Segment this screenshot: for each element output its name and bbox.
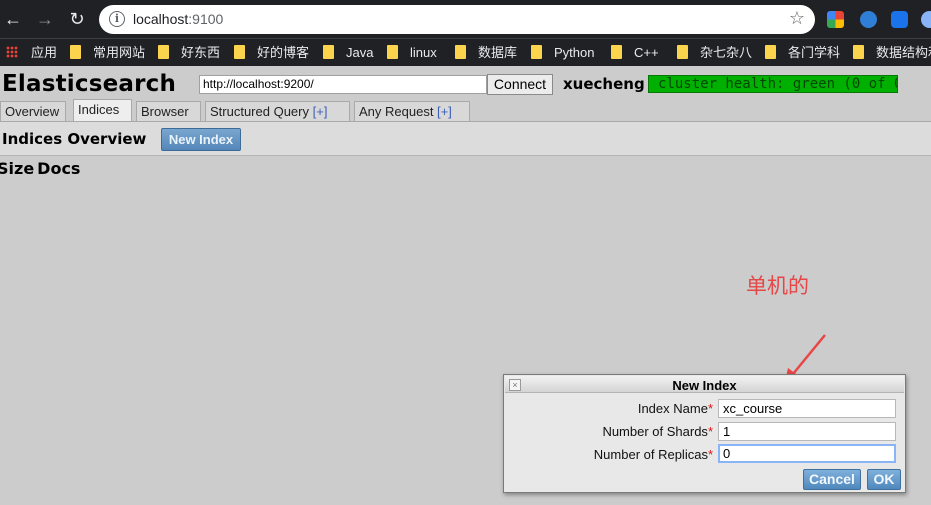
- bookmark-folder[interactable]: 杂七杂八: [677, 45, 752, 61]
- extension-colorful-icon[interactable]: [827, 11, 844, 28]
- bookmark-label: 常用网站: [93, 45, 146, 60]
- extension-puzzle-icon[interactable]: [891, 11, 908, 28]
- url-text: localhost:9100: [133, 11, 223, 27]
- ok-button[interactable]: OK: [867, 469, 901, 490]
- browser-toolbar: ← → ↻ i localhost:9100 ☆: [0, 0, 931, 38]
- field-label-text: Index Name: [637, 401, 708, 416]
- tab-plus[interactable]: [+]: [313, 104, 328, 119]
- column-docs[interactable]: Docs: [37, 159, 80, 178]
- app-title: Elasticsearch: [2, 71, 177, 97]
- folder-icon: [677, 45, 688, 59]
- indices-overview-title: Indices Overview: [2, 130, 147, 148]
- dialog-header[interactable]: New Index ×: [505, 376, 904, 393]
- replicas-label: Number of Replicas*: [594, 447, 713, 462]
- tab-label: Browser: [141, 104, 189, 119]
- index-name-label: Index Name*: [638, 401, 713, 416]
- address-bar[interactable]: i localhost:9100 ☆: [99, 5, 815, 34]
- connect-button[interactable]: Connect: [487, 74, 553, 95]
- bookmark-folder[interactable]: 好的博客: [234, 45, 309, 61]
- cluster-name: xuecheng: [563, 75, 645, 93]
- annotation-text: 单机的: [746, 274, 809, 298]
- tab-browser[interactable]: Browser: [136, 101, 201, 122]
- url-port: :9100: [188, 11, 224, 27]
- cluster-url-input[interactable]: http://localhost:9200/: [199, 75, 487, 94]
- column-size[interactable]: Size: [0, 159, 34, 178]
- bookmark-label: 各门学科: [788, 45, 841, 60]
- bookmark-label: Python: [554, 45, 595, 60]
- extension-blue-icon[interactable]: [860, 11, 877, 28]
- field-label-text: Number of Replicas: [593, 447, 708, 462]
- folder-icon: [234, 45, 245, 59]
- bookmark-folder[interactable]: 好东西: [158, 45, 220, 61]
- bookmark-folder[interactable]: 数据库: [455, 45, 517, 61]
- tab-bar: Overview Indices Browser Structured Quer…: [0, 99, 931, 122]
- bookmark-folder[interactable]: Java: [323, 45, 373, 61]
- shards-input[interactable]: 1: [718, 422, 896, 441]
- forward-arrow-icon[interactable]: →: [34, 8, 56, 30]
- bookmark-star-icon[interactable]: ☆: [789, 8, 805, 29]
- folder-icon: [765, 45, 776, 59]
- reload-icon[interactable]: ↻: [66, 8, 88, 30]
- bookmark-folder[interactable]: Python: [531, 45, 594, 61]
- bookmark-folder[interactable]: C++: [611, 45, 659, 61]
- folder-icon: [70, 45, 81, 59]
- cancel-button[interactable]: Cancel: [803, 469, 861, 490]
- folder-icon: [531, 45, 542, 59]
- required-mark: *: [707, 424, 713, 439]
- url-host: localhost: [133, 11, 189, 27]
- tab-any-request[interactable]: Any Request [+]: [354, 101, 470, 122]
- field-label-text: Number of Shards: [602, 424, 708, 439]
- tab-overview[interactable]: Overview: [0, 101, 66, 122]
- bookmark-folder[interactable]: 常用网站: [70, 45, 145, 61]
- index-name-input[interactable]: xc_course: [718, 399, 896, 418]
- indices-toolbar: Indices Overview New Index: [0, 122, 931, 156]
- bookmark-label: Java: [346, 45, 374, 60]
- bookmarks-bar: 应用 常用网站 好东西 好的博客 Java linux 数据库 Python C…: [0, 38, 931, 66]
- dialog-title: New Index: [672, 378, 737, 393]
- tab-indices[interactable]: Indices: [73, 99, 132, 122]
- tab-plus[interactable]: [+]: [437, 104, 452, 119]
- required-mark: *: [707, 447, 713, 462]
- bookmark-apps[interactable]: 应用: [6, 45, 57, 61]
- info-icon[interactable]: i: [109, 11, 125, 27]
- tab-label: Overview: [5, 104, 60, 119]
- folder-icon: [323, 45, 334, 59]
- folder-icon: [611, 45, 622, 59]
- close-icon[interactable]: ×: [509, 379, 521, 391]
- bookmark-label: C++: [634, 45, 659, 60]
- replicas-input[interactable]: 0: [718, 444, 896, 463]
- required-mark: *: [707, 401, 713, 416]
- cluster-health-badge: cluster health: green (0 of 0): [648, 75, 898, 93]
- bookmark-label: 数据库: [478, 45, 518, 60]
- bookmark-label: 杂七杂八: [700, 45, 753, 60]
- bookmark-label: 数据结构和: [876, 45, 931, 60]
- bookmark-label: 好的博客: [257, 45, 310, 60]
- bookmark-folder[interactable]: linux: [387, 45, 437, 61]
- tab-label: Structured Query: [210, 104, 313, 119]
- bookmark-folder[interactable]: 各门学科: [765, 45, 840, 61]
- extension-profile-icon[interactable]: [921, 11, 931, 28]
- shards-label: Number of Shards*: [602, 424, 713, 439]
- bookmark-label: 好东西: [181, 45, 221, 60]
- tab-label: Any Request: [359, 104, 438, 119]
- tab-label: Indices: [78, 102, 120, 117]
- folder-icon: [455, 45, 466, 59]
- bookmark-label: linux: [410, 45, 437, 60]
- bookmark-label: 应用: [31, 45, 58, 60]
- folder-icon: [387, 45, 398, 59]
- bookmark-folder[interactable]: 数据结构和: [853, 45, 931, 61]
- new-index-dialog: New Index × Index Name* xc_course Number…: [503, 374, 906, 493]
- new-index-button[interactable]: New Index: [161, 128, 241, 151]
- tab-structured-query[interactable]: Structured Query [+]: [205, 101, 350, 122]
- back-arrow-icon[interactable]: ←: [2, 8, 24, 30]
- apps-grid-icon: [6, 46, 18, 58]
- folder-icon: [158, 45, 169, 59]
- indices-table-header: Size Docs: [0, 159, 80, 178]
- folder-icon: [853, 45, 864, 59]
